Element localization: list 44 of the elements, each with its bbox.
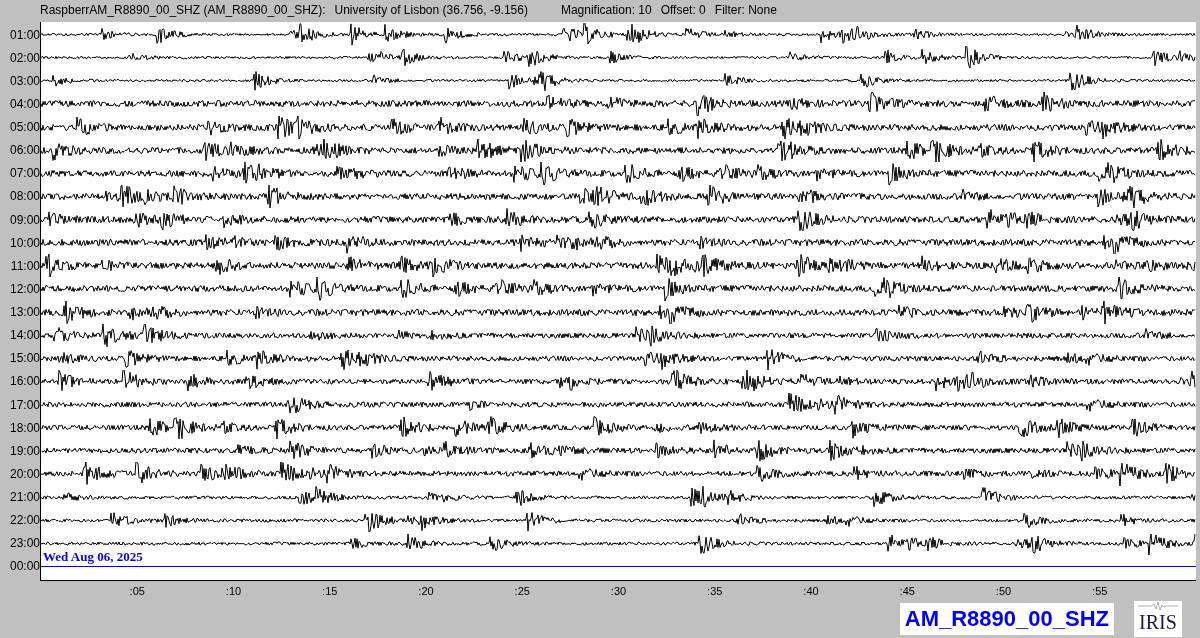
station-name: RaspberrAM_R8890_00_SHZ (AM_R8890_00_SHZ): <box>40 3 326 17</box>
hour-label: 18:00 <box>9 420 40 435</box>
minute-tick-label: :40 <box>803 584 819 599</box>
channel-label: AM_R8890_00_SHZ <box>899 603 1114 635</box>
minute-tick-label: :55 <box>1092 584 1108 599</box>
date-label: Wed Aug 06, 2025 <box>43 548 143 564</box>
waveform-icon <box>1138 601 1178 611</box>
filter-text: Filter: None <box>714 3 777 17</box>
magnification-text: Magnification: 10 <box>560 3 652 17</box>
minute-tick-label: :35 <box>707 584 723 599</box>
hour-label: 05:00 <box>9 120 40 135</box>
hour-label: 11:00 <box>10 258 40 273</box>
hour-label: 20:00 <box>9 466 40 481</box>
minute-tick-label: :30 <box>610 584 627 599</box>
hour-label: 02:00 <box>9 50 40 65</box>
minute-tick-label: :05 <box>129 584 145 599</box>
location-text: University of Lisbon (36.756, -9.156) <box>334 3 528 17</box>
hour-label: 09:00 <box>9 212 40 227</box>
hour-label: 17:00 <box>9 397 40 412</box>
logo: IRIS <box>1134 601 1182 637</box>
minute-tick-label: :15 <box>322 584 338 599</box>
hour-label: 03:00 <box>9 73 40 88</box>
hour-label: 10:00 <box>9 235 40 250</box>
minute-tick-label: :50 <box>995 584 1012 599</box>
hour-label: 12:00 <box>9 281 40 296</box>
hour-label: 01:00 <box>9 27 40 42</box>
minute-tick-label: :25 <box>514 584 530 599</box>
hour-label: 14:00 <box>9 328 40 343</box>
hour-label: 22:00 <box>9 513 40 528</box>
hour-label: 23:00 <box>9 536 40 551</box>
hour-label: 04:00 <box>9 96 40 111</box>
hour-label: 07:00 <box>9 166 40 181</box>
minute-tick-label: :10 <box>225 584 242 599</box>
hour-label: 00:00 <box>9 559 40 574</box>
hour-label: 16:00 <box>9 374 40 389</box>
hour-label: 08:00 <box>9 189 40 204</box>
minute-tick-label: :45 <box>899 584 915 599</box>
hour-label: 13:00 <box>9 305 40 320</box>
hour-label: 21:00 <box>9 490 40 505</box>
hour-label: 19:00 <box>9 443 40 458</box>
hour-label: 15:00 <box>9 351 40 366</box>
minute-tick-label: :20 <box>418 584 434 599</box>
offset-text: Offset: 0 <box>660 3 706 17</box>
hour-label: 06:00 <box>9 143 40 158</box>
